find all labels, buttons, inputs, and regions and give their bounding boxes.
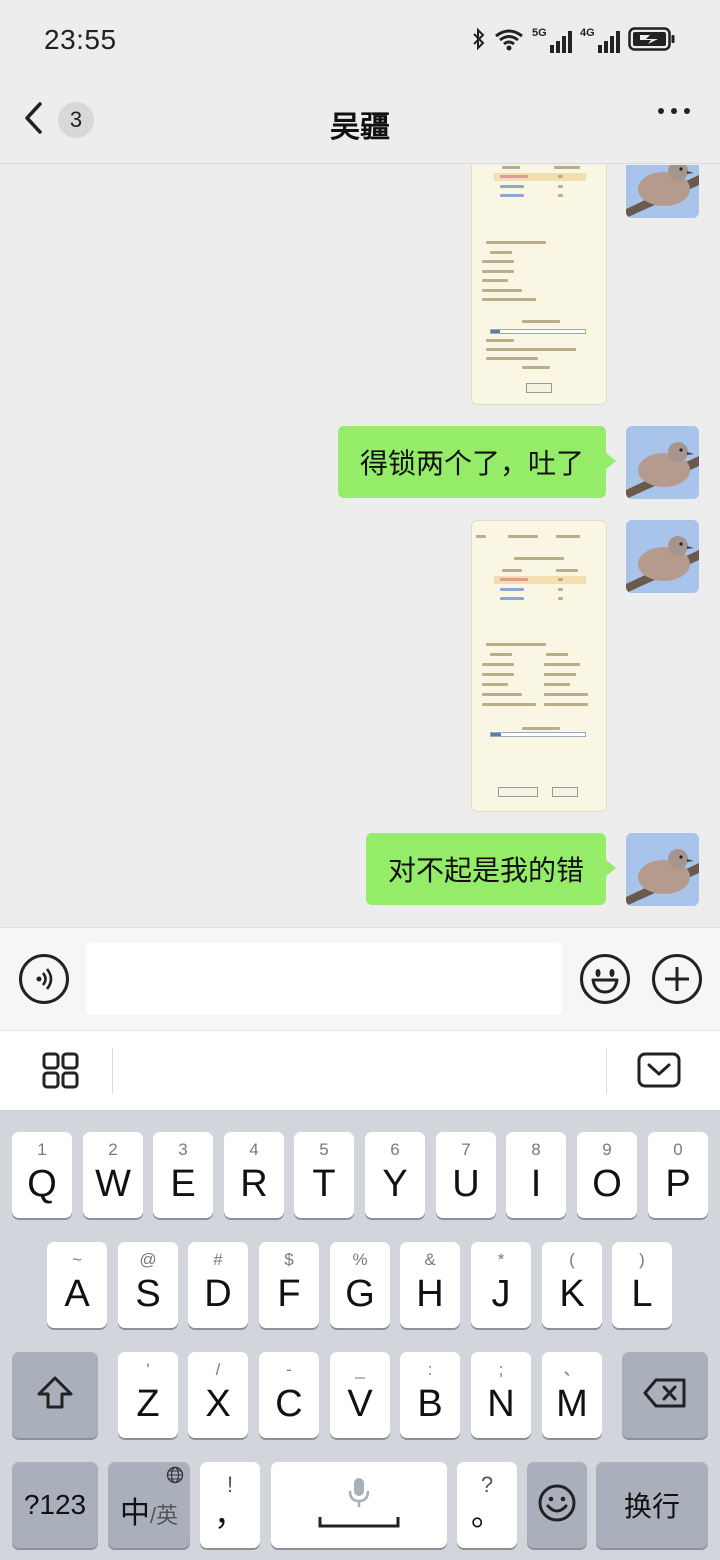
key-a[interactable]: ~ A bbox=[47, 1242, 107, 1328]
key-j[interactable]: * J bbox=[471, 1242, 531, 1328]
enter-key[interactable]: 换行 bbox=[596, 1462, 708, 1548]
key-o[interactable]: 9O bbox=[577, 1132, 637, 1218]
message-input-bar bbox=[0, 927, 720, 1030]
message-list[interactable]: 得锁两个了，吐了 对不起是我的错 bbox=[0, 165, 720, 927]
keyboard: 1Q 2W 3E 4R 5T 6Y 7U 8I 9O 0P ~ A @ S # D $… bbox=[0, 1110, 720, 1560]
avatar[interactable] bbox=[626, 165, 699, 218]
key-r[interactable]: 4R bbox=[224, 1132, 284, 1218]
divider bbox=[606, 1048, 607, 1094]
key-z[interactable]: ' Z bbox=[118, 1352, 178, 1438]
bluetooth-icon bbox=[472, 27, 486, 56]
smiley-icon bbox=[537, 1483, 577, 1528]
key-c[interactable]: -C bbox=[259, 1352, 319, 1438]
status-bar: 23:55 5G 4G bbox=[0, 0, 720, 80]
key-g[interactable]: % G bbox=[330, 1242, 390, 1328]
emoji-key[interactable] bbox=[527, 1462, 587, 1548]
apps-grid-icon[interactable] bbox=[42, 1052, 80, 1095]
space-key[interactable] bbox=[271, 1462, 447, 1548]
key-q[interactable]: 1Q bbox=[12, 1132, 72, 1218]
emoji-icon[interactable] bbox=[580, 954, 630, 1004]
shift-key[interactable] bbox=[12, 1352, 98, 1438]
hide-keyboard-icon[interactable] bbox=[637, 1052, 681, 1093]
shift-icon bbox=[35, 1374, 75, 1417]
key-p[interactable]: 0P bbox=[648, 1132, 708, 1218]
space-bar-icon bbox=[317, 1515, 401, 1534]
key-m[interactable]: 、 M bbox=[542, 1352, 602, 1438]
battery-charging-icon bbox=[628, 26, 676, 57]
language-switch-key[interactable]: 中/英 bbox=[108, 1462, 190, 1548]
voice-input-icon[interactable] bbox=[19, 954, 69, 1004]
image-message[interactable] bbox=[471, 520, 607, 812]
text-message[interactable]: 得锁两个了，吐了 bbox=[337, 426, 617, 498]
signal-5g-icon: 5G bbox=[532, 27, 572, 53]
key-u[interactable]: 7U bbox=[436, 1132, 496, 1218]
ime-toolbar bbox=[0, 1030, 720, 1110]
text-message[interactable]: 对不起是我的错 bbox=[365, 833, 617, 905]
backspace-key[interactable] bbox=[622, 1352, 708, 1438]
key-b[interactable]: :B bbox=[400, 1352, 460, 1438]
key-w[interactable]: 2W bbox=[83, 1132, 143, 1218]
globe-icon bbox=[166, 1466, 184, 1489]
backspace-icon bbox=[642, 1377, 688, 1414]
key-x[interactable]: / X bbox=[188, 1352, 248, 1438]
message-input[interactable] bbox=[86, 943, 562, 1015]
key-l[interactable]: ) L bbox=[612, 1242, 672, 1328]
key-d[interactable]: # D bbox=[188, 1242, 248, 1328]
divider bbox=[112, 1048, 113, 1094]
comma-key[interactable]: ! ， bbox=[200, 1462, 260, 1548]
wifi-icon bbox=[494, 27, 524, 56]
key-e[interactable]: 3E bbox=[153, 1132, 213, 1218]
numbers-key[interactable]: ?123 bbox=[12, 1462, 98, 1548]
chat-title: 吴疆 bbox=[330, 111, 390, 144]
period-key[interactable]: ? 。 bbox=[457, 1462, 517, 1548]
key-n[interactable]: ; N bbox=[471, 1352, 531, 1438]
add-icon[interactable] bbox=[652, 954, 702, 1004]
more-options-icon[interactable] bbox=[658, 108, 690, 114]
key-f[interactable]: $ F bbox=[259, 1242, 319, 1328]
avatar[interactable] bbox=[626, 426, 699, 499]
key-k[interactable]: (K bbox=[542, 1242, 602, 1328]
key-i[interactable]: 8I bbox=[506, 1132, 566, 1218]
key-h[interactable]: & H bbox=[400, 1242, 460, 1328]
key-y[interactable]: 6Y bbox=[365, 1132, 425, 1218]
image-message[interactable] bbox=[471, 165, 607, 405]
chat-header: 3 吴疆 bbox=[0, 80, 720, 164]
avatar[interactable] bbox=[626, 833, 699, 906]
key-v[interactable]: _ V bbox=[330, 1352, 390, 1438]
status-icons: 5G 4G bbox=[472, 26, 676, 57]
status-time: 23:55 bbox=[44, 24, 117, 55]
key-s[interactable]: @ S bbox=[118, 1242, 178, 1328]
signal-4g-icon: 4G bbox=[580, 27, 620, 53]
microphone-icon bbox=[345, 1476, 373, 1515]
avatar[interactable] bbox=[626, 520, 699, 593]
key-t[interactable]: 5T bbox=[294, 1132, 354, 1218]
